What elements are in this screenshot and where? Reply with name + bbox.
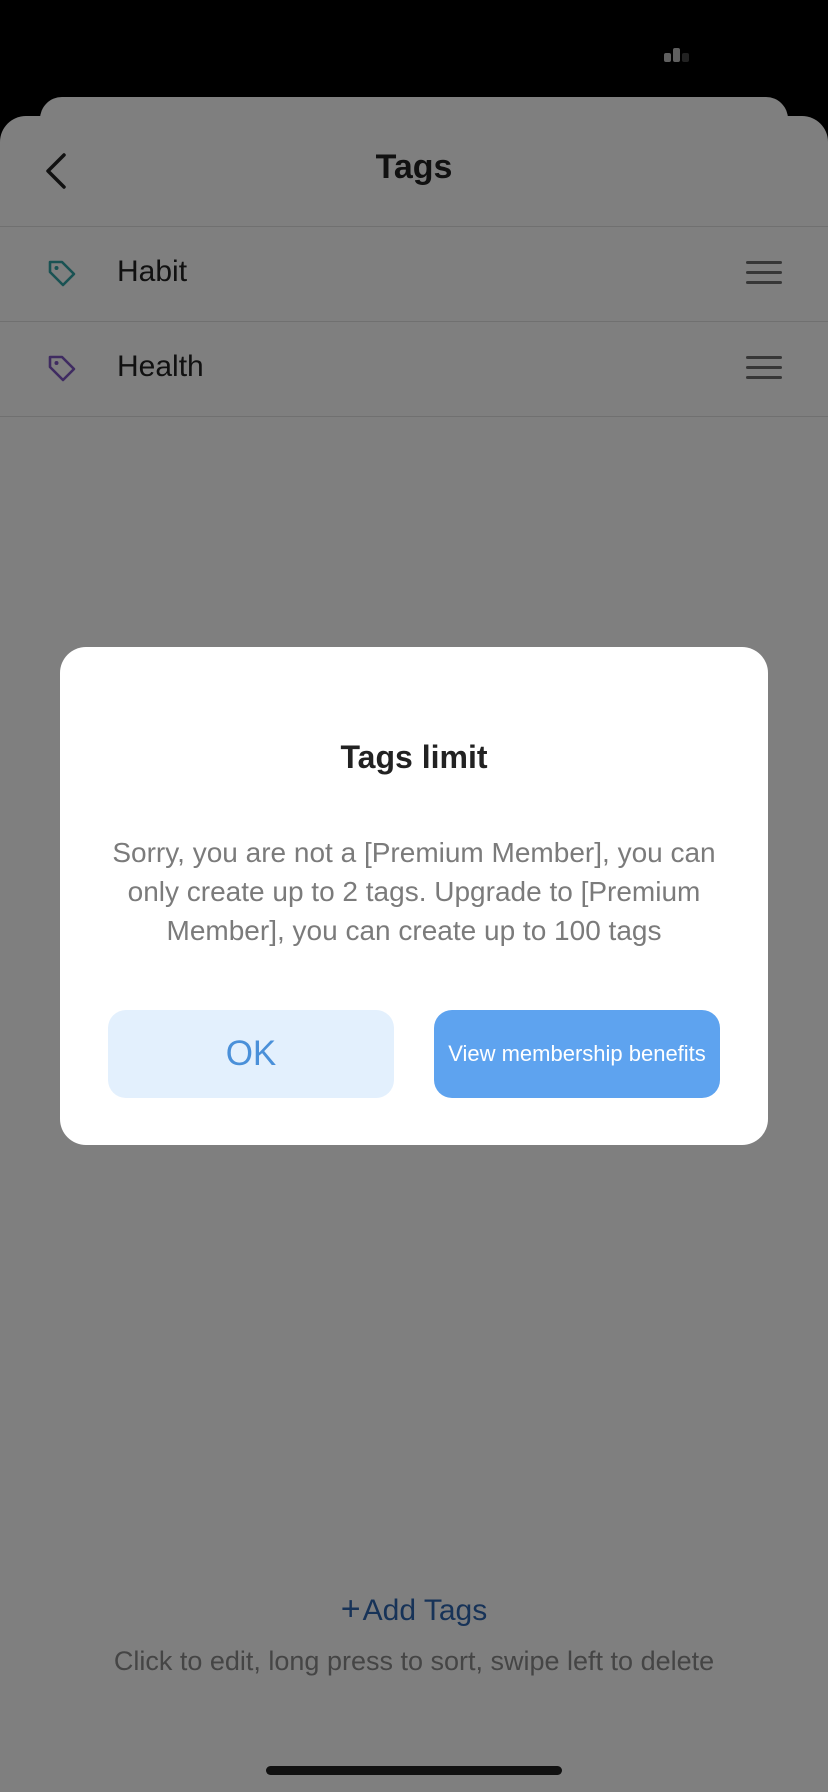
dialog-message: Sorry, you are not a [Premium Member], y… [112,837,716,946]
view-membership-benefits-button[interactable]: View membership benefits [434,1010,720,1098]
ok-button[interactable]: OK [108,1010,394,1098]
tags-limit-dialog: Tags limit Sorry, you are not a [Premium… [60,647,768,1145]
home-indicator [266,1766,562,1775]
dialog-title: Tags limit [340,739,488,775]
